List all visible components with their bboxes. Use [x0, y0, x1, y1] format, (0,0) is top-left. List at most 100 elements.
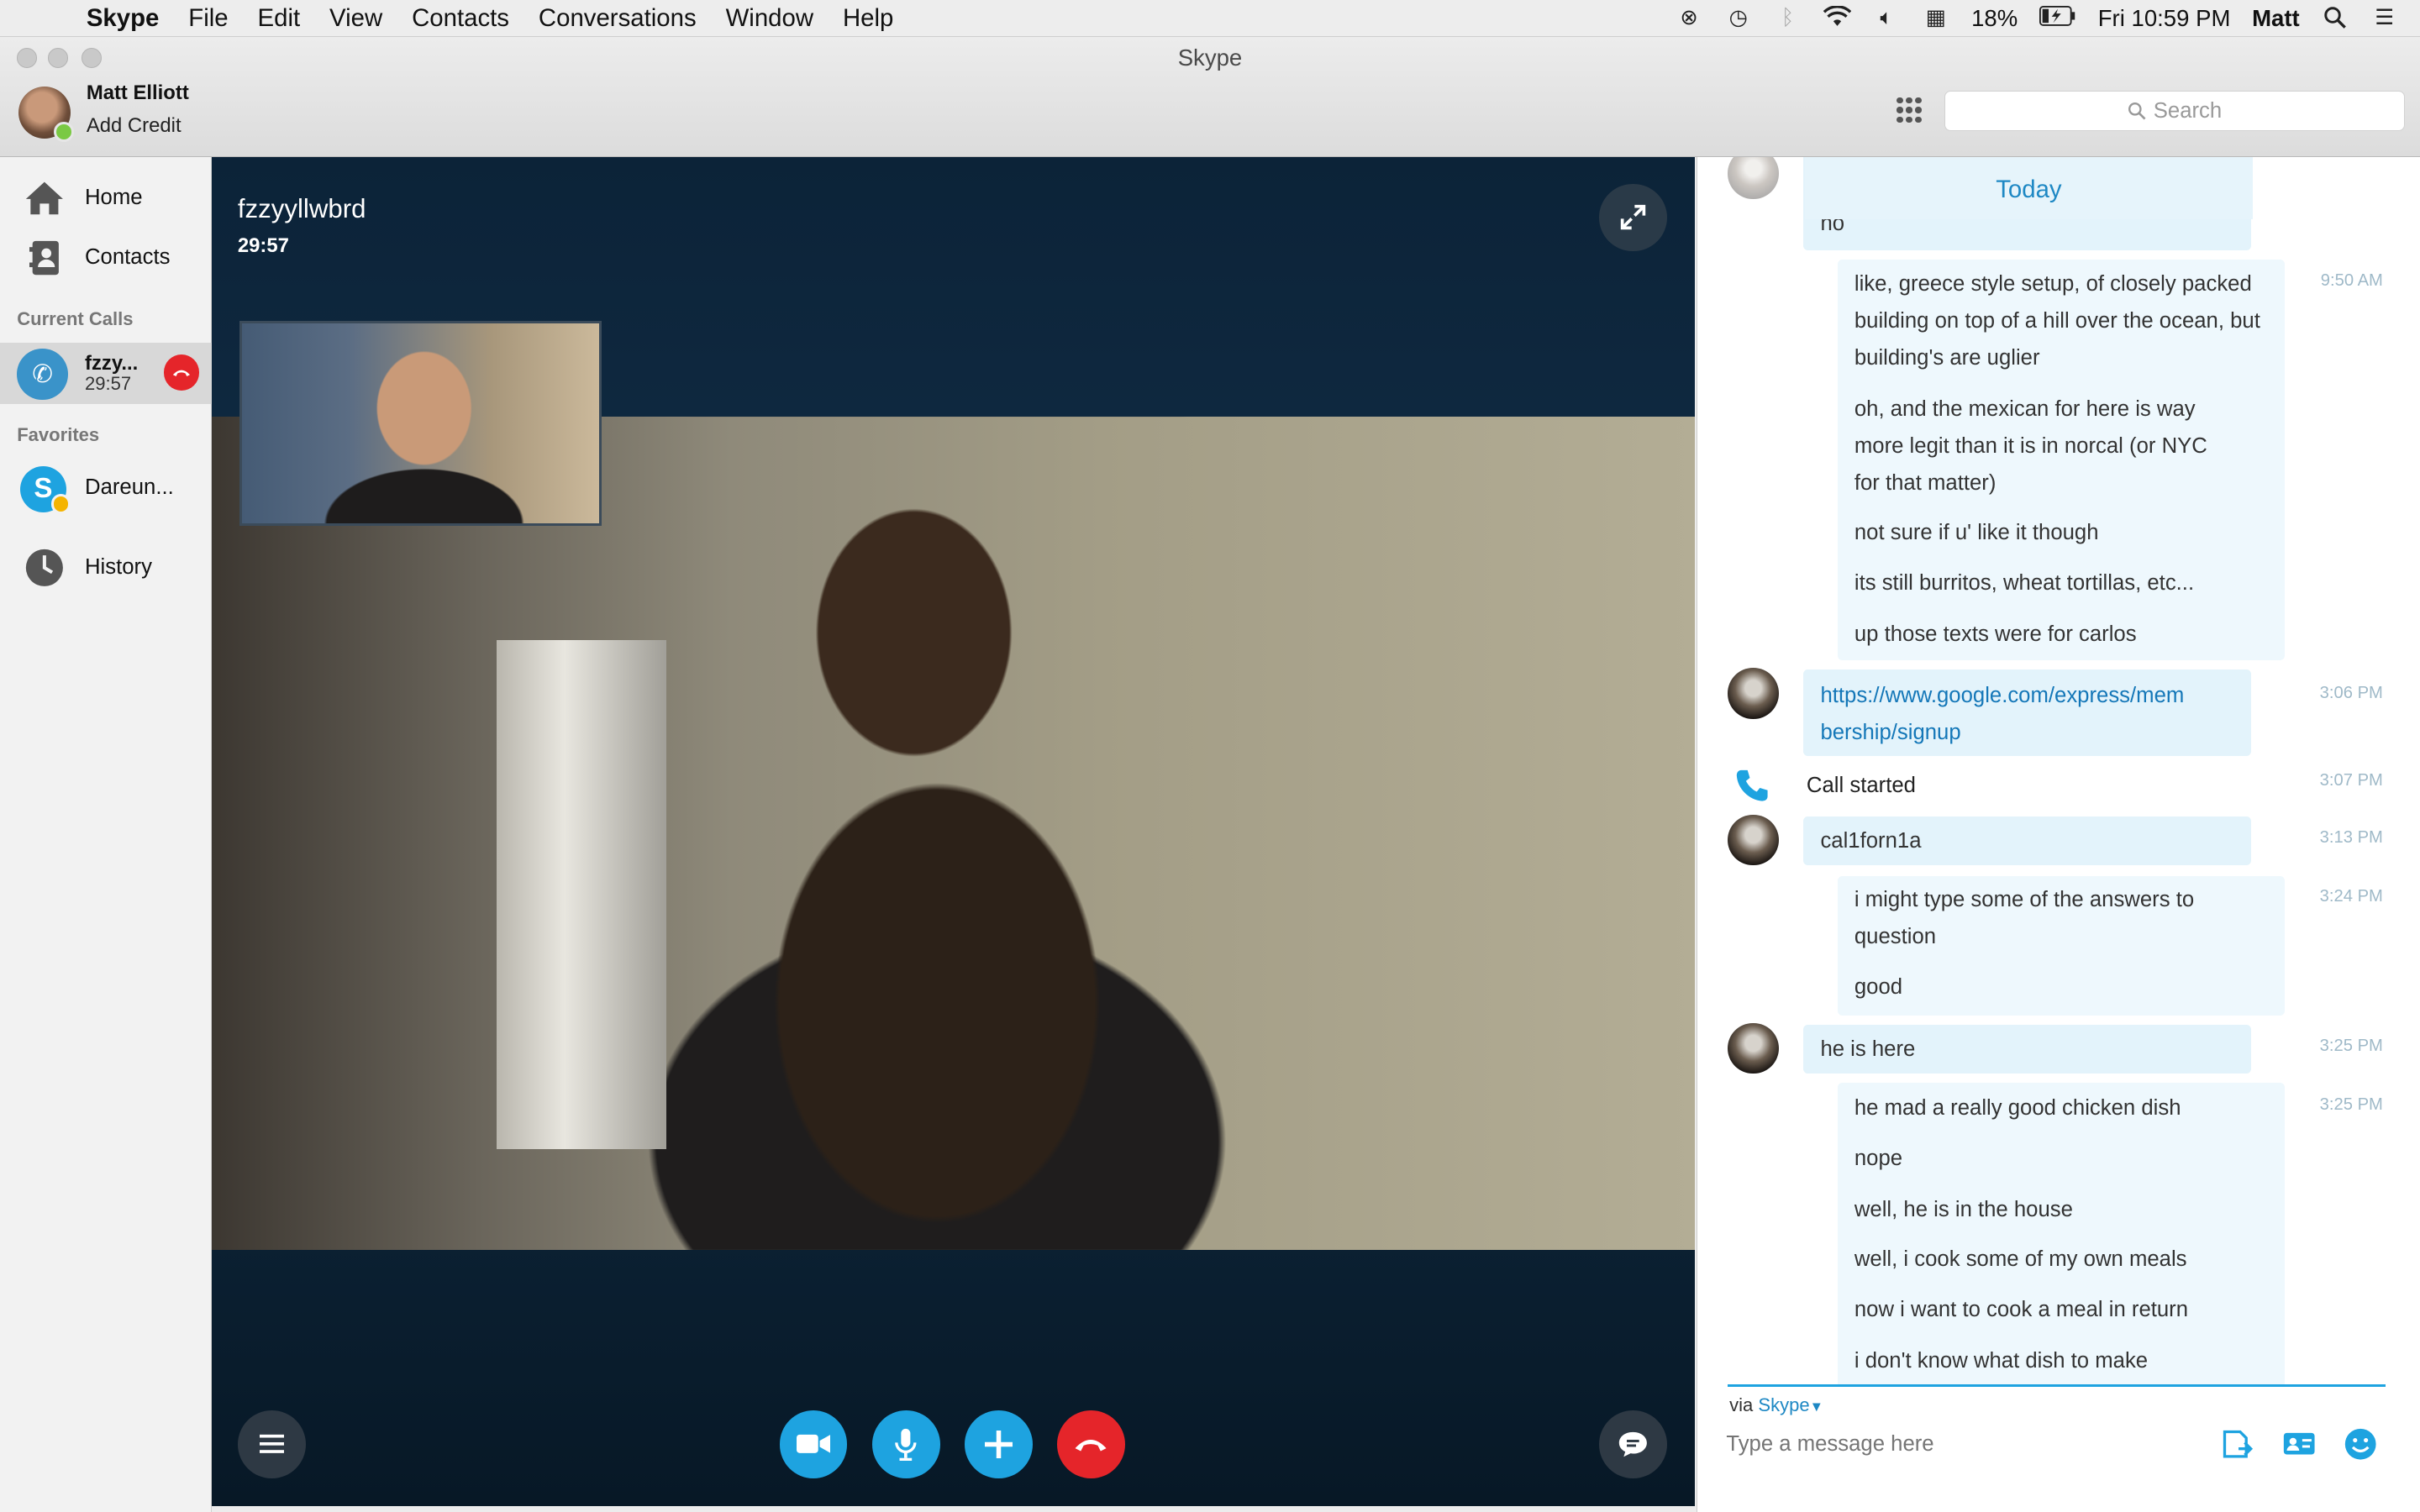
wifi-icon[interactable] — [1823, 5, 1852, 30]
plus-icon — [984, 1430, 1013, 1458]
dialpad-icon[interactable] — [1897, 97, 1923, 123]
message-text[interactable]: like, greece style setup, of closely pac… — [1854, 265, 2264, 376]
current-calls-heading: Current Calls — [17, 308, 134, 330]
message-text[interactable]: well, i cook some of my own meals — [1854, 1241, 2187, 1278]
menu-lines-icon — [259, 1435, 284, 1454]
video-toggle-button[interactable] — [779, 1410, 848, 1478]
emoticon-icon[interactable] — [2342, 1425, 2379, 1462]
away-status-icon — [50, 493, 71, 514]
message-text[interactable]: now i want to cook a meal in return — [1854, 1291, 2188, 1328]
menu-conversations[interactable]: Conversations — [539, 4, 697, 33]
message-input[interactable] — [1726, 1428, 2190, 1460]
message-text[interactable]: nope — [1854, 1140, 1902, 1177]
sidebar-item-history[interactable]: History — [0, 540, 212, 596]
chat-bubble-icon — [1618, 1431, 1647, 1457]
message-timestamp: 3:06 PM — [2319, 683, 2383, 702]
message-text[interactable]: he is here — [1820, 1031, 1915, 1068]
search-input[interactable]: Search — [1944, 91, 2405, 132]
favorite-contact-name: Dareun... — [85, 475, 174, 499]
composer-divider — [1728, 1383, 2386, 1388]
call-contact-title: fzzyyllwbrd — [237, 194, 366, 224]
current-call-item[interactable]: ✆ fzzy... 29:57 — [0, 342, 212, 405]
add-credit-link[interactable]: Add Credit — [87, 114, 182, 138]
video-camera-icon — [796, 1435, 831, 1454]
favorites-heading: Favorites — [17, 424, 100, 446]
message-text[interactable]: oh, and the mexican for here is way more… — [1854, 391, 2225, 501]
menu-window[interactable]: Window — [726, 4, 813, 33]
search-placeholder: Search — [2153, 98, 2223, 123]
remote-video-feed[interactable] — [211, 416, 1695, 1250]
message-text[interactable]: up those texts were for carlos — [1854, 616, 2137, 653]
call-started-label: Call started — [1806, 773, 1916, 797]
call-view: fzzyyllwbrd 29:57 — [211, 157, 1695, 1506]
add-to-call-button[interactable] — [964, 1410, 1033, 1478]
time-machine-icon[interactable]: ◷ — [1724, 6, 1752, 30]
message-text[interactable]: i might type some of the answers to ques… — [1854, 881, 2240, 955]
menu-bar: Skype File Edit View Contacts Conversati… — [0, 0, 2420, 38]
user-menu[interactable]: Matt — [2252, 5, 2300, 32]
microphone-toggle-button[interactable] — [871, 1410, 940, 1478]
call-contact-name: fzzy... — [85, 351, 139, 375]
message-timestamp: 3:25 PM — [2319, 1037, 2383, 1056]
send-file-icon[interactable] — [2218, 1425, 2255, 1462]
sidebar-item-home[interactable]: Home — [0, 170, 212, 225]
message-link[interactable]: https://www.google.com/express/membershi… — [1820, 677, 2191, 751]
call-menu-button[interactable] — [237, 1410, 306, 1478]
via-service-selector[interactable]: Skype — [1758, 1394, 1809, 1415]
message-text[interactable]: i don't know what dish to make — [1854, 1342, 2148, 1379]
message-text[interactable]: well, he is in the house — [1854, 1191, 2073, 1228]
profile-name[interactable]: Matt Elliott — [87, 81, 189, 105]
message-text[interactable]: cal1forn1a — [1820, 822, 1921, 859]
contact-avatar[interactable] — [1728, 668, 1779, 719]
profile-avatar[interactable] — [18, 86, 75, 142]
end-call-button[interactable] — [1057, 1410, 1125, 1478]
menu-edit[interactable]: Edit — [258, 4, 301, 33]
hangup-phone-icon — [1076, 1440, 1107, 1452]
message-timestamp: 3:13 PM — [2319, 828, 2383, 848]
call-timer: 29:57 — [85, 373, 132, 395]
clock[interactable]: Fri 10:59 PM — [2098, 5, 2231, 32]
menu-help[interactable]: Help — [843, 4, 893, 33]
chat-toggle-button[interactable] — [1598, 1410, 1667, 1478]
volume-icon[interactable]: 🔈︎ — [1873, 6, 1901, 30]
menu-contacts[interactable]: Contacts — [412, 4, 509, 33]
history-label: History — [85, 555, 152, 580]
expand-arrows-icon — [1620, 205, 1645, 230]
call-avatar-icon: ✆ — [17, 349, 68, 400]
conversation-panel: dude no Today like, greece style setup, … — [1696, 157, 2420, 1512]
search-icon — [2128, 102, 2146, 120]
contact-avatar — [1728, 157, 1779, 199]
menu-app[interactable]: Skype — [87, 4, 160, 33]
history-clock-icon — [24, 548, 66, 588]
online-status-icon — [54, 122, 75, 142]
notification-center-icon[interactable]: ☰ — [2370, 6, 2398, 30]
sidebar-item-contacts[interactable]: Contacts — [0, 230, 212, 286]
battery-icon[interactable] — [2039, 6, 2076, 30]
message-timestamp: 3:25 PM — [2319, 1095, 2383, 1115]
message-text[interactable]: good — [1854, 969, 1902, 1005]
menu-view[interactable]: View — [329, 4, 382, 33]
menu-file[interactable]: File — [188, 4, 228, 33]
contact-avatar[interactable] — [1728, 1022, 1779, 1074]
via-label: via Skype▼ — [1729, 1394, 1823, 1416]
contact-avatar[interactable] — [1728, 814, 1779, 866]
chevron-down-icon[interactable]: ▼ — [1810, 1399, 1823, 1415]
send-contact-icon[interactable] — [2281, 1425, 2317, 1462]
sidebar-hangup-button[interactable] — [163, 354, 199, 391]
message-timestamp: 3:24 PM — [2319, 887, 2383, 906]
call-duration: 29:57 — [237, 234, 289, 258]
message-text[interactable]: he mad a really good chicken dish — [1854, 1089, 2181, 1126]
message-text[interactable]: not sure if u' like it though — [1854, 514, 2099, 551]
status-x-icon[interactable]: ⊗ — [1676, 6, 1703, 30]
self-video-preview[interactable] — [239, 321, 602, 527]
sidebar: Home Contacts Current Calls ✆ fzzy... 29… — [0, 157, 212, 1512]
message-timestamp: 3:07 PM — [2319, 771, 2383, 790]
contacts-label: Contacts — [85, 245, 171, 270]
spotlight-icon[interactable] — [2321, 6, 2349, 30]
call-started-phone-icon — [1735, 769, 1769, 809]
bluetooth-icon[interactable]: ᛒ — [1774, 6, 1802, 30]
calendar-icon[interactable]: ▦ — [1922, 6, 1949, 30]
window-title: Skype — [1177, 45, 1243, 71]
message-text[interactable]: its still burritos, wheat tortillas, etc… — [1854, 564, 2194, 601]
fullscreen-expand-button[interactable] — [1598, 183, 1667, 252]
